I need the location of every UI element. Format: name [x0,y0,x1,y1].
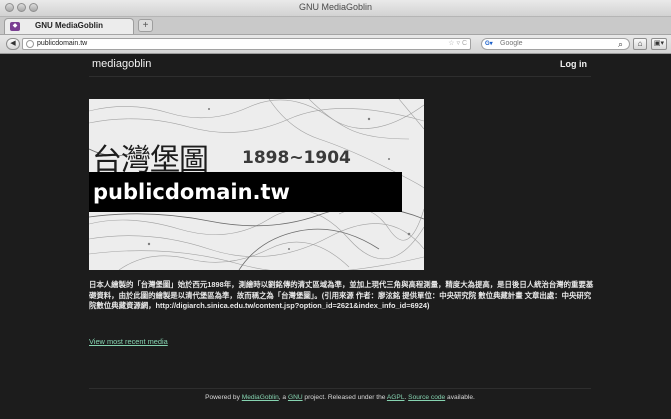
home-button[interactable]: ⌂ [633,38,647,50]
footer-text-part: project. Released under the [302,394,387,401]
site-footer: Powered by MediaGoblin, a GNU project. R… [89,388,591,401]
menu-button[interactable]: ▣▾ [651,38,667,50]
tab-title: GNU MediaGoblin [35,21,103,30]
footer-text-part: , a [278,394,288,401]
page-content: mediagoblin Log in 台灣堡圖 1898~1904 public… [0,54,671,419]
image-years: 1898~1904 [242,148,351,168]
image-banner-text: publicdomain.tw [93,180,290,204]
window-titlebar: GNU MediaGoblin [0,0,671,17]
source-code-link[interactable]: Source code [408,394,445,401]
tab-mediagoblin[interactable]: ◆ GNU MediaGoblin [4,18,134,34]
media-image[interactable]: 台灣堡圖 1898~1904 publicdomain.tw [89,99,424,270]
search-icon[interactable]: ⌕ [618,38,623,50]
search-input[interactable] [500,39,612,49]
back-button[interactable]: ◀ [6,38,20,50]
bookmark-star-icon[interactable]: ☆ ▿ C [448,39,467,49]
mediagoblin-link[interactable]: MediaGoblin [242,394,279,401]
search-bar[interactable]: G▾ [481,38,630,50]
goblin-favicon-icon: ◆ [10,22,20,31]
footer-text: Powered by MediaGoblin, a GNU project. R… [89,394,591,401]
login-link[interactable]: Log in [560,59,587,69]
gnu-link[interactable]: GNU [288,394,303,401]
tab-bar: ◆ GNU MediaGoblin + [0,17,671,35]
footer-text-part: available. [445,394,475,401]
media-description: 日本人繪製的「台灣堡圖」始於西元1898年，測繪時以劉銘傳的清丈區域為準，並加上… [89,280,594,310]
url-text[interactable]: publicdomain.tw [37,39,87,49]
site-header: mediagoblin Log in [89,54,591,77]
window-title: GNU MediaGoblin [298,2,373,12]
url-bar[interactable]: publicdomain.tw ☆ ▿ C [22,38,471,50]
google-engine-icon[interactable]: G▾ [485,40,499,48]
site-identity-icon[interactable] [26,40,34,48]
view-recent-media-link[interactable]: View most recent media [89,337,168,346]
site-logo-link[interactable]: mediagoblin [92,58,151,70]
footer-text-part: Powered by [205,394,242,401]
agpl-link[interactable]: AGPL [387,394,405,401]
browser-toolbar: ◀ publicdomain.tw ☆ ▿ C G▾ ⌕ ⌂ ▣▾ [0,35,671,54]
new-tab-button[interactable]: + [138,19,153,32]
